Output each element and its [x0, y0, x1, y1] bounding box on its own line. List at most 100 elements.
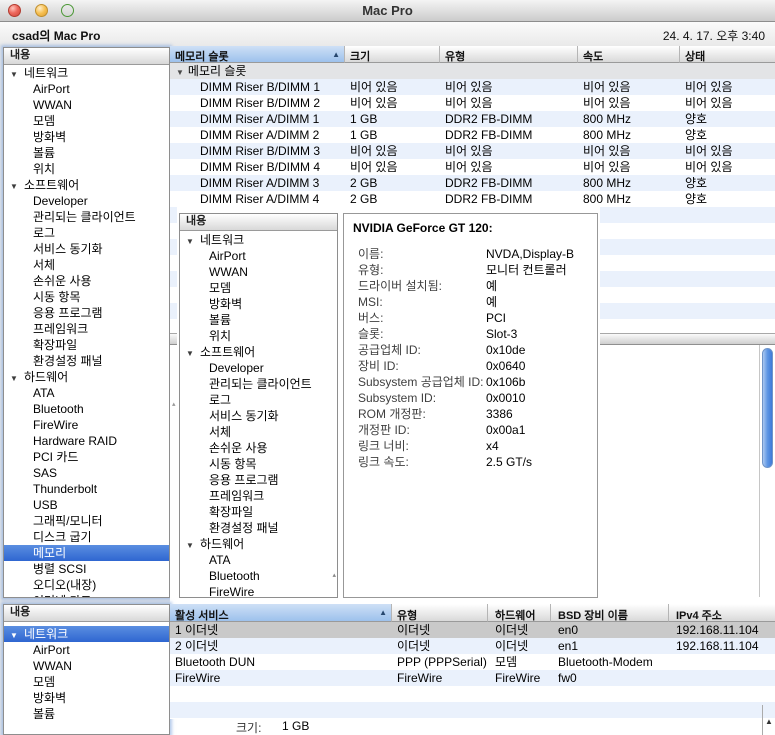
sidebar-item[interactable]: ▼WWAN	[4, 97, 169, 113]
sidebar-item[interactable]: ▼프레임워크	[180, 488, 337, 504]
scroll-up-arrow-icon[interactable]: ▲	[765, 718, 773, 726]
sidebar-item[interactable]: ▼모뎀	[180, 280, 337, 296]
sidebar-item[interactable]: ▼WWAN	[4, 658, 169, 674]
column-header-memory-slot[interactable]: 메모리 슬롯▲	[170, 46, 345, 63]
column-header-ipv4[interactable]: IPv4 주소	[669, 604, 775, 622]
memory-table-row[interactable]: DIMM Riser B/DIMM 3 비어 있음 비어 있음 비어 있음 비어…	[170, 143, 775, 159]
sidebar-item[interactable]: ▼하드웨어	[4, 369, 169, 385]
sidebar-item[interactable]: ▼위치	[4, 161, 169, 177]
sidebar-item[interactable]: ▼ATA	[4, 385, 169, 401]
sidebar-item[interactable]: ▼손쉬운 사용	[180, 440, 337, 456]
sidebar-item[interactable]: ▼Hardware RAID	[4, 433, 169, 449]
network-table-row[interactable]: 2 이더넷 이더넷 이더넷 en1 192.168.11.104	[170, 638, 775, 654]
sidebar-item[interactable]: ▼AirPort	[180, 248, 337, 264]
sidebar-item[interactable]: ▼디스크 굽기	[4, 529, 169, 545]
sidebar-item[interactable]: ▼병렬 SCSI	[4, 561, 169, 577]
disclosure-triangle-icon[interactable]: ▼	[186, 346, 200, 360]
sidebar-item[interactable]: ▼시동 항목	[4, 289, 169, 305]
sidebar-item[interactable]: ▼ATA	[180, 552, 337, 568]
sidebar-item[interactable]: ▼Developer	[180, 360, 337, 376]
sidebar-item[interactable]: ▼서비스 동기화	[4, 241, 169, 257]
memory-table-row[interactable]: DIMM Riser B/DIMM 1 비어 있음 비어 있음 비어 있음 비어…	[170, 79, 775, 95]
sidebar-item[interactable]: ▼Developer	[4, 193, 169, 209]
sidebar-item[interactable]: ▼AirPort	[4, 642, 169, 658]
sidebar-item[interactable]: ▼볼륨	[180, 312, 337, 328]
sidebar-item[interactable]: ▼볼륨	[4, 145, 169, 161]
sidebar-item[interactable]: ▼Bluetooth	[180, 568, 337, 584]
column-header-bsd-device[interactable]: BSD 장비 이름	[551, 604, 669, 622]
sidebar-item[interactable]: ▼시동 항목	[180, 456, 337, 472]
memory-table-row[interactable]: DIMM Riser B/DIMM 4 비어 있음 비어 있음 비어 있음 비어…	[170, 159, 775, 175]
column-header-type[interactable]: 유형	[392, 604, 488, 622]
disclosure-triangle-icon[interactable]: ▼	[10, 179, 24, 193]
scroll-up-arrow-icon[interactable]: ▴	[172, 401, 176, 408]
sidebar-item[interactable]: ▼네트워크	[4, 626, 169, 642]
sidebar-item[interactable]: ▼그래픽/모니터	[4, 513, 169, 529]
sidebar-item[interactable]: ▼소프트웨어	[4, 177, 169, 193]
memory-table-row[interactable]: DIMM Riser A/DIMM 3 2 GB DDR2 FB-DIMM 80…	[170, 175, 775, 191]
sidebar-item[interactable]: ▼로그	[180, 392, 337, 408]
column-header-size[interactable]: 크기	[345, 46, 440, 63]
sidebar-item[interactable]: ▼응용 프로그램	[180, 472, 337, 488]
memory-table-row[interactable]: DIMM Riser A/DIMM 2 1 GB DDR2 FB-DIMM 80…	[170, 127, 775, 143]
network-table-row[interactable]: Bluetooth DUN PPP (PPPSerial) 모뎀 Bluetoo…	[170, 654, 775, 670]
sidebar-item[interactable]: ▼AirPort	[4, 81, 169, 97]
disclosure-triangle-icon[interactable]: ▼	[10, 67, 24, 81]
sidebar-item[interactable]: ▼소프트웨어	[180, 344, 337, 360]
sidebar-item[interactable]: ▼네트워크	[180, 232, 337, 248]
sidebar-item[interactable]: ▼방화벽	[180, 296, 337, 312]
sidebar-item[interactable]: ▼이더넷 카드	[4, 593, 169, 597]
column-header-type[interactable]: 유형	[440, 46, 578, 63]
column-header-active-services[interactable]: 활성 서비스▲	[170, 604, 392, 622]
sidebar-item[interactable]: ▼환경설정 패널	[180, 520, 337, 536]
sidebar-item[interactable]: ▼모뎀	[4, 674, 169, 690]
sidebar-item[interactable]: ▼확장파일	[180, 504, 337, 520]
sidebar-item[interactable]: ▼서체	[4, 257, 169, 273]
sidebar-item[interactable]: ▼FireWire	[180, 584, 337, 597]
sidebar-item[interactable]: ▼관리되는 클라이언트	[4, 209, 169, 225]
scrollbar-track[interactable]	[762, 705, 763, 735]
sidebar-item[interactable]: ▼WWAN	[180, 264, 337, 280]
sidebar-item[interactable]: ▼FireWire	[4, 417, 169, 433]
sidebar-item[interactable]: ▼SAS	[4, 465, 169, 481]
memory-table-row[interactable]: DIMM Riser A/DIMM 1 1 GB DDR2 FB-DIMM 80…	[170, 111, 775, 127]
sidebar-item[interactable]: ▼손쉬운 사용	[4, 273, 169, 289]
sidebar-item[interactable]: ▼방화벽	[4, 690, 169, 706]
disclosure-triangle-icon[interactable]: ▼	[176, 68, 184, 77]
sidebar-item[interactable]: ▼위치	[180, 328, 337, 344]
sidebar-item[interactable]: ▼관리되는 클라이언트	[180, 376, 337, 392]
memory-table-row[interactable]: DIMM Riser A/DIMM 4 2 GB DDR2 FB-DIMM 80…	[170, 191, 775, 207]
scrollbar-thumb[interactable]	[762, 348, 773, 468]
sidebar-item[interactable]: ▼방화벽	[4, 129, 169, 145]
sidebar-item[interactable]: ▼확장파일	[4, 337, 169, 353]
sidebar-item[interactable]: ▼하드웨어	[180, 536, 337, 552]
network-table-row[interactable]: 1 이더넷 이더넷 이더넷 en0 192.168.11.104	[170, 622, 775, 638]
disclosure-triangle-icon[interactable]: ▼	[186, 538, 200, 552]
sidebar-item[interactable]: ▼메모리	[4, 545, 169, 561]
memory-slots-group-row[interactable]: ▼메모리 슬롯	[170, 63, 775, 79]
sidebar-item[interactable]: ▼Thunderbolt	[4, 481, 169, 497]
sidebar-item[interactable]: ▼USB	[4, 497, 169, 513]
sidebar-item[interactable]: ▼응용 프로그램	[4, 305, 169, 321]
sidebar-item[interactable]: ▼PCI 카드	[4, 449, 169, 465]
scrollbar-track[interactable]	[759, 345, 760, 597]
network-table-row[interactable]: FireWire FireWire FireWire fw0	[170, 670, 775, 686]
disclosure-triangle-icon[interactable]: ▼	[10, 628, 24, 642]
sidebar-item[interactable]: ▼모뎀	[4, 113, 169, 129]
memory-table-row[interactable]: DIMM Riser B/DIMM 2 비어 있음 비어 있음 비어 있음 비어…	[170, 95, 775, 111]
sidebar-item[interactable]: ▼오디오(내장)	[4, 577, 169, 593]
sidebar-item[interactable]: ▼Bluetooth	[4, 401, 169, 417]
sidebar-item[interactable]: ▼프레임워크	[4, 321, 169, 337]
column-header-speed[interactable]: 속도	[578, 46, 680, 63]
sidebar-item[interactable]: ▼서비스 동기화	[180, 408, 337, 424]
scroll-up-arrow-icon[interactable]: ▴	[332, 572, 336, 579]
disclosure-triangle-icon[interactable]: ▼	[10, 371, 24, 385]
sidebar-item[interactable]: ▼로그	[4, 225, 169, 241]
sidebar-item[interactable]: ▼환경설정 패널	[4, 353, 169, 369]
sidebar-item[interactable]: ▼서체	[180, 424, 337, 440]
column-header-status[interactable]: 상태	[680, 46, 775, 63]
sidebar-item[interactable]: ▼네트워크	[4, 65, 169, 81]
window-titlebar[interactable]: Mac Pro	[0, 0, 775, 22]
sidebar-item[interactable]: ▼볼륨	[4, 706, 169, 722]
disclosure-triangle-icon[interactable]: ▼	[186, 234, 200, 248]
